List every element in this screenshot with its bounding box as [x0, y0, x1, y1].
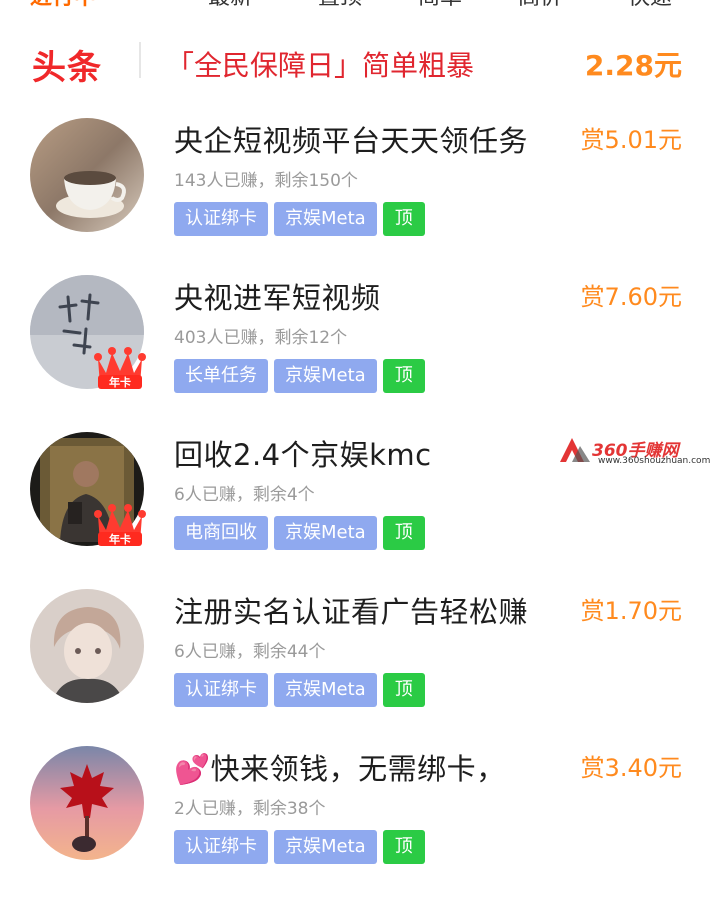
task-tags: 认证绑卡 京娱Meta 顶: [174, 830, 425, 864]
task-title[interactable]: 💕快来领钱，无需绑卡，: [174, 746, 506, 788]
task-tags: 认证绑卡 京娱Meta 顶: [174, 202, 425, 236]
avatar[interactable]: 年卡: [30, 432, 146, 546]
task-item[interactable]: 注册实名认证看广告轻松赚 赏1.70元 6人已赚，剩余44个 认证绑卡 京娱Me…: [0, 589, 710, 739]
tag-publisher: 京娱Meta: [274, 516, 377, 550]
tag-pinned: 顶: [382, 202, 425, 236]
task-title[interactable]: 央视进军短视频: [174, 275, 381, 317]
tag-category: 电商回收: [174, 516, 268, 550]
task-reward: 赏5.01元: [580, 126, 682, 154]
task-title-text: 快来领钱，无需绑卡，: [210, 752, 506, 786]
avatar-image: [30, 118, 144, 232]
tag-pinned: 顶: [382, 673, 425, 707]
badge-label: 年卡: [109, 375, 131, 389]
task-reward: 赏7.60元: [580, 283, 682, 311]
task-reward: 赏1.70元: [580, 597, 682, 625]
task-title[interactable]: 注册实名认证看广告轻松赚: [174, 589, 528, 631]
avatar[interactable]: [30, 746, 144, 860]
tag-category: 认证绑卡: [174, 673, 268, 707]
tag-publisher: 京娱Meta: [274, 202, 377, 236]
tag-publisher: 京娱Meta: [274, 673, 377, 707]
badge-label: 年卡: [109, 532, 131, 546]
tag-category: 认证绑卡: [174, 202, 268, 236]
avatar-image: [30, 589, 144, 703]
task-item[interactable]: 年卡 央视进军短视频 赏7.60元 403人已赚，剩余12个 长单任务 京娱Me…: [0, 275, 710, 425]
tag-pinned: 顶: [382, 359, 425, 393]
task-tags: 电商回收 京娱Meta 顶: [174, 516, 425, 550]
avatar[interactable]: [30, 118, 144, 232]
avatar[interactable]: 年卡: [30, 275, 146, 389]
watermark-url: www.360shouzhuan.com: [598, 456, 710, 466]
task-item[interactable]: 央企短视频平台天天领任务 赏5.01元 143人已赚，剩余150个 认证绑卡 京…: [0, 118, 710, 268]
tag-publisher: 京娱Meta: [274, 830, 377, 864]
tag-pinned: 顶: [382, 830, 425, 864]
avatar[interactable]: [30, 589, 144, 703]
task-list-screen: 进行中 最新 置顶 简单 高价 快速 头条 「全民保障日」简单粗暴 2.28元: [0, 0, 710, 900]
tag-category: 长单任务: [174, 359, 268, 393]
task-tags: 认证绑卡 京娱Meta 顶: [174, 673, 425, 707]
task-item[interactable]: 💕快来领钱，无需绑卡， 赏3.40元 2人已赚，剩余38个 认证绑卡 京娱Met…: [0, 746, 710, 896]
heart-icon: 💕: [174, 752, 211, 786]
task-stats: 6人已赚，剩余44个: [174, 642, 326, 662]
task-title[interactable]: 央企短视频平台天天领任务: [174, 118, 528, 160]
annual-card-badge-icon: 年卡: [94, 504, 146, 546]
annual-card-badge-icon: 年卡: [94, 347, 146, 389]
task-stats: 143人已赚，剩余150个: [174, 171, 358, 191]
watermark: 360手赚网 www.360shouzhuan.com: [558, 436, 710, 468]
task-reward: 赏3.40元: [580, 754, 682, 782]
tag-category: 认证绑卡: [174, 830, 268, 864]
task-title[interactable]: 回收2.4个京娱kmc: [174, 432, 432, 474]
task-stats: 403人已赚，剩余12个: [174, 328, 348, 348]
avatar-image: [30, 746, 144, 860]
task-stats: 6人已赚，剩余4个: [174, 485, 315, 505]
task-tags: 长单任务 京娱Meta 顶: [174, 359, 425, 393]
task-stats: 2人已赚，剩余38个: [174, 799, 326, 819]
tag-publisher: 京娱Meta: [274, 359, 377, 393]
tag-pinned: 顶: [382, 516, 425, 550]
